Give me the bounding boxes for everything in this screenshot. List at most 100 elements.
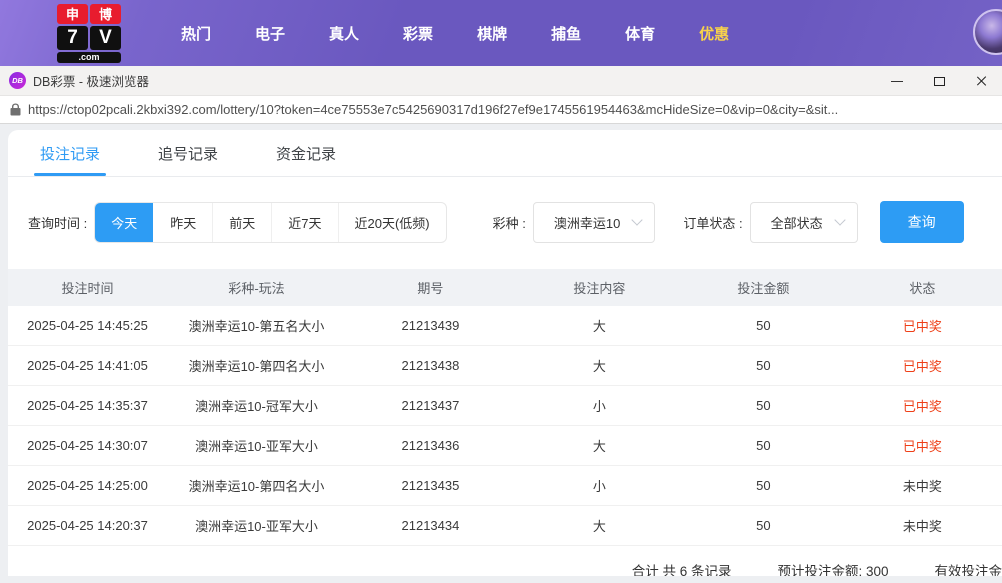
order-status-value: 全部状态 — [771, 216, 823, 231]
tab[interactable]: 追号记录 — [158, 130, 218, 176]
table-row: 2025-04-25 14:35:37澳洲幸运10-冠军大小21213437小5… — [8, 386, 1002, 426]
nav-item[interactable]: 真人 — [307, 23, 381, 44]
window-title: DB彩票 - 极速浏览器 — [33, 71, 149, 90]
table-cell: 50 — [684, 318, 843, 333]
logo-cell: .com — [57, 52, 121, 63]
column-header: 状态 — [843, 278, 1002, 297]
table-cell: 2025-04-25 14:35:37 — [8, 398, 167, 413]
lottery-select-value: 澳洲幸运10 — [554, 216, 620, 231]
table-cell: 21213437 — [346, 398, 515, 413]
table-cell: 小 — [515, 476, 684, 495]
main-nav: 热门电子真人彩票棋牌捕鱼体育优惠 — [159, 23, 751, 44]
close-icon — [975, 75, 987, 87]
column-header: 期号 — [346, 278, 515, 297]
browser-title-bar: DB DB彩票 - 极速浏览器 — [0, 66, 1002, 96]
summary-item: 合计 共 6 条记录 — [632, 560, 732, 576]
table-body: 2025-04-25 14:45:25澳洲幸运10-第五名大小21213439大… — [8, 306, 1002, 546]
table-cell: 21213439 — [346, 318, 515, 333]
site-header: 申 博 7 V .com 热门电子真人彩票棋牌捕鱼体育优惠 — [0, 0, 1002, 66]
nav-item[interactable]: 优惠 — [677, 23, 751, 44]
table-cell: 2025-04-25 14:41:05 — [8, 358, 167, 373]
column-header: 投注时间 — [8, 278, 167, 297]
nav-item[interactable]: 棋牌 — [455, 23, 529, 44]
logo-cell: V — [90, 26, 121, 50]
summary-item: 有效投注金 — [935, 560, 1002, 576]
table-cell: 澳洲幸运10-第四名大小 — [167, 356, 346, 375]
column-header: 投注金额 — [684, 278, 843, 297]
records-card: 投注记录 追号记录 资金记录 查询时间 : 今天昨天前天近7天近20天(低频) 彩种… — [8, 130, 1002, 576]
nav-item[interactable]: 热门 — [159, 23, 233, 44]
tab[interactable]: 资金记录 — [276, 130, 336, 176]
table-row: 2025-04-25 14:20:37澳洲幸运10-亚军大小21213434大5… — [8, 506, 1002, 546]
table-cell: 大 — [515, 436, 684, 455]
logo-cell: 申 — [57, 4, 88, 24]
table-cell: 21213436 — [346, 438, 515, 453]
status-cell: 未中奖 — [843, 476, 1002, 495]
time-option[interactable]: 今天 — [95, 203, 153, 242]
table-cell: 21213434 — [346, 518, 515, 533]
record-tabs: 投注记录 追号记录 资金记录 — [8, 130, 1002, 177]
time-option[interactable]: 近7天 — [271, 203, 337, 242]
status-cell: 已中奖 — [843, 436, 1002, 455]
table-cell: 50 — [684, 398, 843, 413]
table-cell: 2025-04-25 14:45:25 — [8, 318, 167, 333]
table-cell: 大 — [515, 516, 684, 535]
query-button[interactable]: 查询 — [880, 201, 964, 243]
order-status-select[interactable]: 全部状态 — [750, 202, 858, 243]
url-bar[interactable]: https://ctop02pcali.2kbxi392.com/lottery… — [0, 96, 1002, 124]
logo-cell: 7 — [57, 26, 88, 50]
table-header-row: 投注时间彩种-玩法期号投注内容投注金额状态 — [8, 269, 1002, 306]
site-logo[interactable]: 申 博 7 V .com — [57, 4, 121, 63]
table-cell: 大 — [515, 316, 684, 335]
maximize-icon — [934, 77, 945, 86]
table-cell: 澳洲幸运10-冠军大小 — [167, 396, 346, 415]
lottery-filter-label: 彩种 : — [493, 213, 526, 232]
summary-item: 预计投注金额: 300 — [777, 560, 888, 576]
table-cell: 澳洲幸运10-第四名大小 — [167, 476, 346, 495]
status-cell: 已中奖 — [843, 316, 1002, 335]
table-row: 2025-04-25 14:41:05澳洲幸运10-第四名大小21213438大… — [8, 346, 1002, 386]
time-option[interactable]: 近20天(低频) — [338, 203, 446, 242]
time-option[interactable]: 前天 — [212, 203, 271, 242]
table-cell: 2025-04-25 14:20:37 — [8, 518, 167, 533]
customer-service-avatar[interactable] — [973, 9, 1002, 55]
table-cell: 澳洲幸运10-第五名大小 — [167, 316, 346, 335]
table-cell: 50 — [684, 478, 843, 493]
status-filter-label: 订单状态 : — [683, 213, 742, 232]
table-row: 2025-04-25 14:45:25澳洲幸运10-第五名大小21213439大… — [8, 306, 1002, 346]
table-row: 2025-04-25 14:25:00澳洲幸运10-第四名大小21213435小… — [8, 466, 1002, 506]
table-cell: 21213438 — [346, 358, 515, 373]
lottery-select[interactable]: 澳洲幸运10 — [533, 202, 655, 243]
table-cell: 澳洲幸运10-亚军大小 — [167, 516, 346, 535]
table-cell: 2025-04-25 14:25:00 — [8, 478, 167, 493]
table-row: 2025-04-25 14:30:07澳洲幸运10-亚军大小21213436大5… — [8, 426, 1002, 466]
window-controls — [876, 66, 1002, 96]
close-button[interactable] — [960, 66, 1002, 96]
time-option[interactable]: 昨天 — [153, 203, 212, 242]
table-cell: 21213435 — [346, 478, 515, 493]
column-header: 彩种-玩法 — [167, 278, 346, 297]
status-cell: 已中奖 — [843, 356, 1002, 375]
maximize-button[interactable] — [918, 66, 960, 96]
url-text: https://ctop02pcali.2kbxi392.com/lottery… — [28, 102, 838, 117]
minimize-icon — [891, 81, 903, 82]
browser-favicon: DB — [9, 72, 26, 89]
nav-item[interactable]: 体育 — [603, 23, 677, 44]
table-cell: 50 — [684, 518, 843, 533]
minimize-button[interactable] — [876, 66, 918, 96]
tab[interactable]: 投注记录 — [40, 130, 100, 176]
nav-item[interactable]: 电子 — [233, 23, 307, 44]
status-cell: 未中奖 — [843, 516, 1002, 535]
nav-item[interactable]: 彩票 — [381, 23, 455, 44]
filter-row: 查询时间 : 今天昨天前天近7天近20天(低频) 彩种 : 澳洲幸运10 订单状… — [28, 201, 1002, 243]
nav-item[interactable]: 捕鱼 — [529, 23, 603, 44]
column-header: 投注内容 — [515, 278, 684, 297]
table-cell: 50 — [684, 358, 843, 373]
table-cell: 2025-04-25 14:30:07 — [8, 438, 167, 453]
time-filter-label: 查询时间 : — [28, 213, 87, 232]
lock-icon — [10, 103, 21, 116]
table-cell: 50 — [684, 438, 843, 453]
logo-cell: 博 — [90, 4, 121, 24]
table-cell: 澳洲幸运10-亚军大小 — [167, 436, 346, 455]
table-cell: 大 — [515, 356, 684, 375]
